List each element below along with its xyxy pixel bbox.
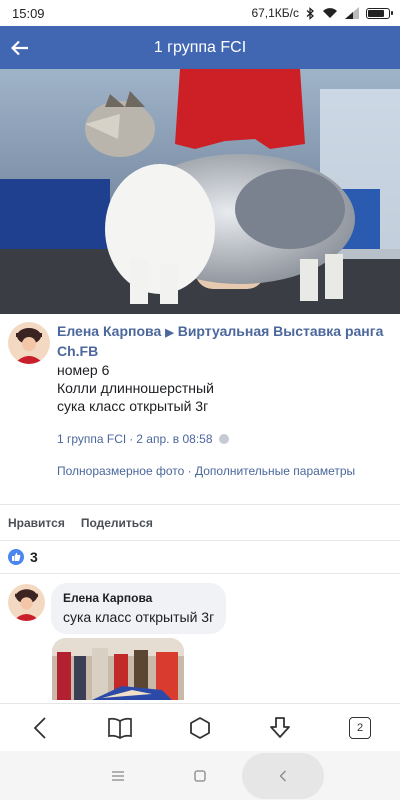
menu-lines-icon	[112, 770, 124, 781]
privacy-globe-icon	[218, 434, 229, 444]
bluetooth-icon	[306, 6, 314, 20]
like-count: 3	[30, 549, 38, 565]
post-photo[interactable]	[0, 69, 400, 314]
more-options-link[interactable]: Дополнительные параметры	[195, 464, 355, 478]
post-text: номер 6 Колли длинношерстный сука класс …	[57, 362, 214, 414]
page-title: 1 группа FCI	[153, 38, 247, 56]
system-back-button[interactable]	[263, 751, 303, 800]
browser-back-button[interactable]	[20, 708, 60, 748]
arrow-left-icon	[11, 40, 28, 55]
collie-photo-image	[0, 69, 400, 314]
comment-bubble: Елена Карпова сука класс открытый 3г	[51, 583, 227, 634]
post-actions: Нравится Поделиться	[0, 505, 400, 540]
meta-separator: ·	[129, 432, 134, 446]
app-bar: 1 группа FCI	[0, 26, 400, 69]
avatar[interactable]	[8, 584, 45, 621]
home-hexagon-icon	[190, 716, 210, 739]
avatar[interactable]	[8, 322, 50, 364]
recent-apps-button[interactable]	[98, 751, 138, 800]
comment-text: сука класс открытый 3г	[63, 609, 215, 625]
like-button[interactable]: Нравится	[8, 516, 65, 530]
comment-photo-image	[52, 638, 184, 700]
chevron-left-icon	[33, 716, 46, 739]
home-button[interactable]	[180, 708, 220, 748]
tabs-button[interactable]: 2	[340, 708, 380, 748]
download-button[interactable]	[260, 708, 300, 748]
status-icons: 67,1КБ/с	[251, 6, 393, 20]
comment-photo[interactable]	[52, 638, 184, 700]
thumbs-up-icon	[8, 549, 24, 565]
browser-toolbar: 2	[0, 703, 400, 751]
divider	[0, 573, 400, 574]
open-book-icon	[108, 717, 132, 739]
likes-summary[interactable]: 3	[0, 541, 400, 573]
back-button[interactable]	[0, 26, 40, 69]
post-author-link[interactable]: Елена Карпова	[57, 323, 161, 339]
system-navigation-bar	[0, 751, 400, 800]
square-icon	[194, 769, 206, 782]
status-bar: 15:09 67,1КБ/с	[0, 0, 400, 26]
tab-count: 2	[349, 716, 371, 739]
battery-level	[368, 9, 384, 17]
post-source-link[interactable]: 1 группа FCI	[57, 432, 126, 446]
link-separator: ·	[187, 464, 192, 478]
post-body: Елена Карпова ▶ Виртуальная Выставка ранга…	[57, 322, 392, 478]
commenter-avatar-image	[8, 584, 45, 621]
signal-icon	[345, 7, 359, 19]
download-arrow-icon	[270, 716, 290, 738]
status-time: 15:09	[12, 5, 45, 21]
post-header: Елена Карпова ▶ Виртуальная Выставка ранга…	[57, 322, 392, 360]
full-size-photo-link[interactable]: Полноразмерное фото	[57, 464, 184, 478]
network-speed: 67,1КБ/с	[251, 6, 299, 20]
system-home-button[interactable]	[180, 751, 220, 800]
comment-author[interactable]: Елена Карпова	[63, 590, 214, 606]
battery-icon	[366, 7, 393, 19]
post-meta: 1 группа FCI · 2 апр. в 08:58	[57, 432, 392, 446]
wifi-icon	[323, 8, 337, 18]
post-date[interactable]: 2 апр. в 08:58	[136, 432, 212, 446]
author-avatar-image	[8, 322, 50, 364]
caret-right-icon: ▶	[165, 327, 174, 339]
bookmarks-button[interactable]	[100, 708, 140, 748]
chevron-left-icon	[279, 770, 286, 781]
share-button[interactable]: Поделиться	[81, 516, 153, 530]
post-photo-links: Полноразмерное фото · Дополнительные пар…	[57, 464, 392, 478]
